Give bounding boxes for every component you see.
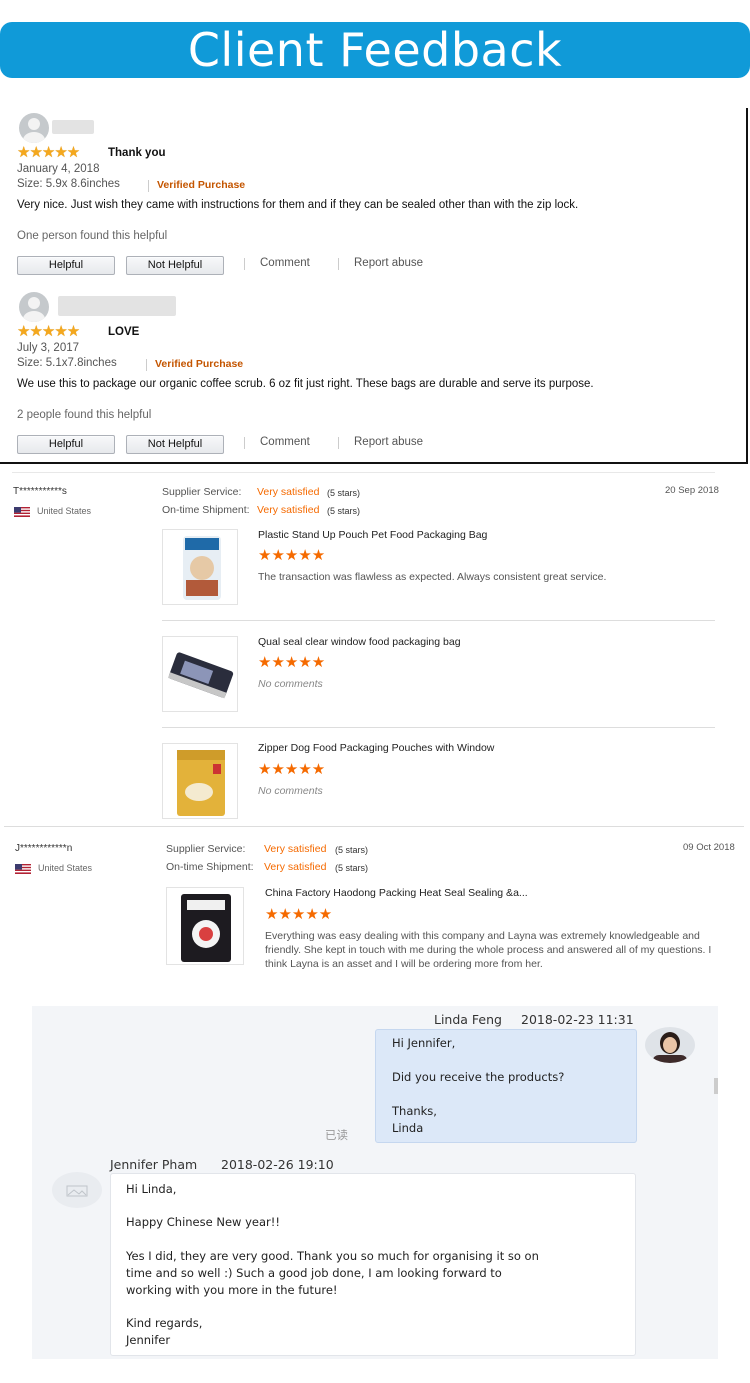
report-abuse-link[interactable]: Report abuse <box>354 436 423 448</box>
supplier-service-stars: (5 stars) <box>335 845 369 855</box>
product-name[interactable]: Zipper Dog Food Packaging Pouches with W… <box>258 742 494 754</box>
shipment-stars: (5 stars) <box>327 506 361 516</box>
image-placeholder-icon <box>66 1185 88 1197</box>
review-stars: ★★★★★ <box>17 323 80 340</box>
helpful-count: One person found this helpful <box>17 230 168 242</box>
verified-purchase-badge: Verified Purchase <box>157 179 246 191</box>
message-time: 2018-02-23 11:31 <box>521 1012 634 1027</box>
product-image[interactable] <box>162 743 238 819</box>
product-name[interactable]: China Factory Haodong Packing Heat Seal … <box>265 887 528 899</box>
product-comment: No comments <box>258 678 323 690</box>
product-name[interactable]: Plastic Stand Up Pouch Pet Food Packagin… <box>258 529 487 541</box>
sender-name: Linda Feng <box>434 1012 502 1027</box>
buyer-country: United States <box>37 506 92 516</box>
not-helpful-button[interactable]: Not Helpful <box>126 435 224 454</box>
sender-name: Jennifer Pham <box>110 1157 198 1172</box>
product-comment: The transaction was flawless as expected… <box>258 571 607 583</box>
product-comment: friendly. She kept in touch with me duri… <box>265 944 712 956</box>
product-image[interactable] <box>162 636 238 712</box>
divider <box>4 826 744 827</box>
message-line: time and so well :) Such a good job done… <box>126 1266 502 1280</box>
us-flag-icon <box>14 507 30 517</box>
message-line: Hi Jennifer, <box>392 1036 456 1050</box>
product-stars: ★★★★★ <box>265 906 333 923</box>
message-line: Kind regards, <box>126 1316 203 1330</box>
divider <box>338 437 339 449</box>
shipment-value: Very satisfied <box>257 504 320 516</box>
review-text: Very nice. Just wish they came with inst… <box>17 199 579 211</box>
message-line: Happy Chinese New year!! <box>126 1215 280 1229</box>
review-date: July 3, 2017 <box>17 342 80 354</box>
reviewer-name-redacted <box>52 120 94 134</box>
supplier-service-value: Very satisfied <box>264 843 327 855</box>
buyer-country: United States <box>38 863 93 873</box>
report-abuse-link[interactable]: Report abuse <box>354 257 423 269</box>
us-flag-icon <box>15 864 31 874</box>
avatar <box>52 1172 102 1208</box>
avatar <box>645 1027 695 1063</box>
shipment-stars: (5 stars) <box>335 863 369 873</box>
review-date: 09 Oct 2018 <box>683 842 735 853</box>
divider <box>162 620 715 621</box>
review-date: 20 Sep 2018 <box>665 485 719 496</box>
message-line: Thanks, <box>392 1104 437 1118</box>
message-line: working with you more in the future! <box>126 1283 338 1297</box>
product-stars: ★★★★★ <box>258 654 326 671</box>
product-name[interactable]: Qual seal clear window food packaging ba… <box>258 636 461 648</box>
shipment-label: On-time Shipment: <box>162 504 250 516</box>
message-line: Hi Linda, <box>126 1182 177 1196</box>
buyer-name: J************n <box>15 843 73 854</box>
review-text: We use this to package our organic coffe… <box>17 378 594 390</box>
helpful-count: 2 people found this helpful <box>17 409 152 421</box>
verified-purchase-badge: Verified Purchase <box>155 358 244 370</box>
buyer-name: T***********s <box>13 486 67 497</box>
supplier-service-value: Very satisfied <box>257 486 320 498</box>
review-stars: ★★★★★ <box>17 144 80 161</box>
divider <box>162 727 715 728</box>
scrollbar[interactable] <box>714 1078 718 1094</box>
product-stars: ★★★★★ <box>258 761 326 778</box>
message-line: Did you receive the products? <box>392 1070 565 1084</box>
divider <box>338 258 339 270</box>
shipment-label: On-time Shipment: <box>166 861 254 873</box>
product-comment: think Layna is an asset and I will be or… <box>265 958 543 970</box>
shipment-value: Very satisfied <box>264 861 327 873</box>
helpful-button[interactable]: Helpful <box>17 256 115 275</box>
divider <box>12 472 715 473</box>
comment-link[interactable]: Comment <box>260 436 310 448</box>
product-image[interactable] <box>162 529 238 605</box>
helpful-button[interactable]: Helpful <box>17 435 115 454</box>
reviewer-avatar-icon <box>19 113 49 143</box>
divider <box>148 180 149 192</box>
product-comment: Everything was easy dealing with this co… <box>265 930 700 942</box>
review-size: Size: 5.1x7.8inches <box>17 357 117 369</box>
message-line: Yes I did, they are very good. Thank you… <box>126 1249 539 1263</box>
product-image[interactable] <box>166 887 244 965</box>
review-date: January 4, 2018 <box>17 163 100 175</box>
review-title[interactable]: Thank you <box>108 147 166 159</box>
supplier-service-stars: (5 stars) <box>327 488 361 498</box>
divider <box>244 437 245 449</box>
message-line: Jennifer <box>126 1333 171 1347</box>
product-comment: No comments <box>258 785 323 797</box>
reviewer-avatar-icon <box>19 292 49 322</box>
message-line: Linda <box>392 1121 424 1135</box>
page-title: Client Feedback <box>187 23 563 77</box>
comment-link[interactable]: Comment <box>260 257 310 269</box>
review-size: Size: 5.9x 8.6inches <box>17 178 120 190</box>
not-helpful-button[interactable]: Not Helpful <box>126 256 224 275</box>
read-status: 已读 <box>325 1130 348 1142</box>
divider <box>146 359 147 371</box>
product-stars: ★★★★★ <box>258 547 326 564</box>
reviewer-name-redacted <box>58 296 176 316</box>
review-title[interactable]: LOVE <box>108 326 139 338</box>
divider <box>244 258 245 270</box>
message-time: 2018-02-26 19:10 <box>221 1157 334 1172</box>
supplier-service-label: Supplier Service: <box>162 486 242 498</box>
supplier-service-label: Supplier Service: <box>166 843 246 855</box>
